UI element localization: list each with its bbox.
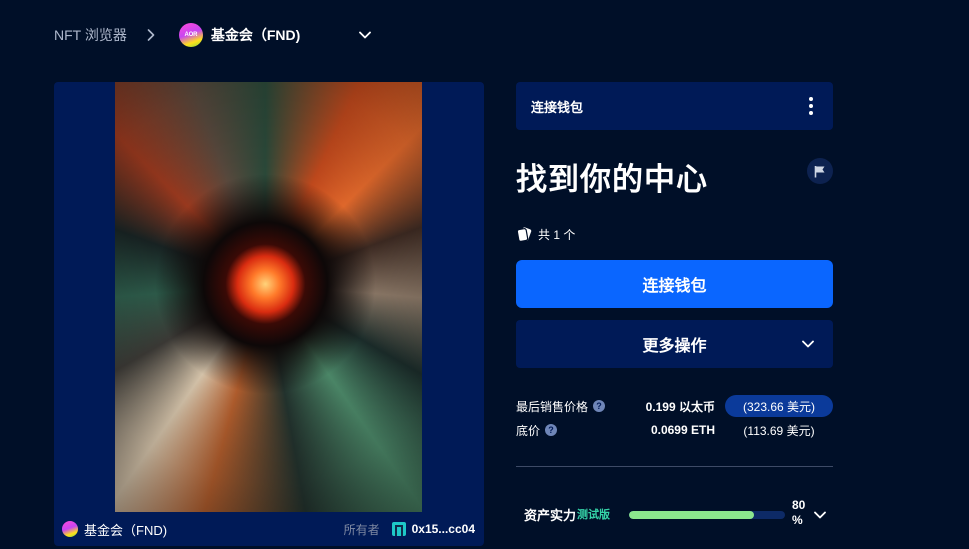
last-sale-label: 最后销售价格 ? [516,398,606,415]
nft-artwork-image[interactable] [115,82,422,512]
more-actions-button[interactable]: 更多操作 [516,320,833,368]
floor-price-fiat: (113.69 美元) [743,423,815,438]
last-sale-label-text: 最后销售价格 [516,399,589,414]
media-collection-name[interactable]: 基金会（FND) [84,520,167,539]
connect-wallet-button[interactable]: 连接钱包 [516,260,833,308]
collection-avatar: AOR [178,23,203,47]
floor-price-value: 0.0699 ETH [650,423,715,437]
wallet-topbar: 连接钱包 [516,82,833,130]
edition-count-text: 共 1 个 [538,227,576,242]
media-footer: 基金会（FND) 所有者 0x15...cc04 [54,512,484,546]
last-sale-row: 最后销售价格 ? 0.199 以太币 (323.66 美元) [516,395,833,417]
owner-icon [391,522,406,536]
asset-strength-progress-fill [629,511,754,519]
chevron-right-icon [145,29,157,41]
topbar-connect-wallet-link[interactable]: 连接钱包 [531,97,583,116]
nft-title: 找到你的中心 [516,162,708,197]
beta-badge: 测试版 [577,509,611,521]
flag-icon[interactable] [807,158,833,184]
breadcrumb: NFT 浏览器 AOR 基金会（FND) [54,22,372,48]
help-icon[interactable]: ? [593,400,606,412]
more-actions-label: 更多操作 [642,338,707,355]
collection-avatar [62,521,78,537]
floor-price-label-text: 底价 [516,423,541,438]
collection-name: 基金会（FND) [210,27,301,43]
collection-selector[interactable]: AOR 基金会（FND) [178,23,372,47]
more-vertical-icon[interactable] [801,94,821,118]
chevron-down-icon[interactable] [358,28,372,42]
nft-media-card: 基金会（FND) 所有者 0x15...cc04 [54,82,484,546]
asset-strength-percent: 80 % [792,498,806,527]
asset-strength-row[interactable]: 资产实力 测试版 80 % [524,498,833,528]
owner-label: 所有者 [343,522,380,537]
chevron-down-icon[interactable] [813,508,827,522]
edition-count: 共 1 个 [516,225,575,243]
floor-price-label: 底价 ? [516,422,558,439]
cards-icon [516,226,532,242]
breadcrumb-nft-explorer[interactable]: NFT 浏览器 [54,25,127,45]
floor-price-row: 底价 ? 0.0699 ETH (113.69 美元) [516,419,833,441]
chevron-down-icon [801,337,815,351]
divider [516,466,833,467]
last-sale-value: 0.199 以太币 [645,399,715,414]
help-icon[interactable]: ? [545,424,558,436]
owner-address[interactable]: 0x15...cc04 [412,522,475,536]
asset-strength-progress [629,511,785,519]
asset-strength-label: 资产实力 [524,507,577,523]
last-sale-fiat: (323.66 美元) [725,395,833,417]
